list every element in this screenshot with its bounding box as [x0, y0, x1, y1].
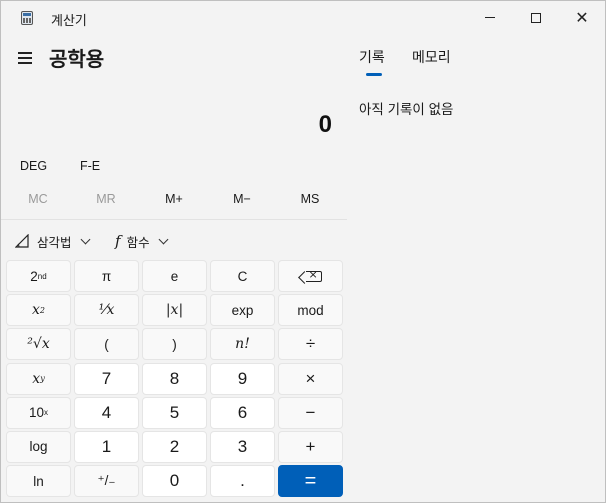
memory-add-button[interactable]: M+ [140, 183, 208, 215]
digit-3-button[interactable]: 3 [210, 430, 275, 463]
backspace-button[interactable] [278, 260, 343, 292]
close-button[interactable]: ✕ [559, 1, 605, 34]
digit-4-button[interactable]: 4 [74, 396, 139, 429]
add-button[interactable]: + [278, 430, 343, 463]
memory-recall-button[interactable]: MR [72, 183, 140, 215]
factorial-button[interactable]: n! [210, 328, 275, 361]
negate-button[interactable]: ⁺/₋ [74, 465, 139, 498]
power-button[interactable]: xy [6, 362, 71, 395]
function-dropdown[interactable]: f 함수 [115, 230, 169, 252]
triangle-ruler-icon [15, 234, 29, 248]
minimize-icon [485, 17, 495, 18]
pi-button[interactable]: π [74, 260, 139, 292]
mod-button[interactable]: mod [278, 294, 343, 327]
digit-1-button[interactable]: 1 [74, 430, 139, 463]
active-tab-indicator [366, 73, 382, 76]
close-icon: ✕ [575, 7, 589, 27]
digit-2-button[interactable]: 2 [142, 430, 207, 463]
mode-title: 공학용 [49, 49, 105, 71]
chevron-down-icon [158, 234, 169, 244]
equals-button[interactable]: = [278, 465, 343, 498]
memory-clear-button[interactable]: MC [4, 183, 72, 215]
square-root-button[interactable]: ²√x [6, 328, 71, 361]
square-button[interactable]: x2 [6, 294, 71, 327]
memory-subtract-button[interactable]: M− [208, 183, 276, 215]
title-bar[interactable]: 계산기 ✕ [1, 1, 605, 35]
chevron-down-icon [80, 234, 90, 244]
multiply-button[interactable]: × [278, 362, 343, 395]
calculator-window: 계산기 ✕ 공학용 0 DEG F-E MC MR M+ M− MS 삼각법 f… [0, 0, 606, 503]
second-function-button[interactable]: 2nd [6, 260, 71, 292]
right-paren-button[interactable]: ) [142, 328, 207, 361]
clear-button[interactable]: C [210, 260, 275, 292]
decimal-button[interactable]: . [210, 465, 275, 498]
trigonometry-label: 삼각법 [37, 235, 72, 250]
keypad: 2nd π e C x2 ¹⁄x |x| exp mod ²√x ( ) n! … [6, 260, 344, 498]
result-display: 0 [318, 111, 332, 138]
digit-5-button[interactable]: 5 [142, 396, 207, 429]
digit-8-button[interactable]: 8 [142, 362, 207, 395]
digit-6-button[interactable]: 6 [210, 396, 275, 429]
euler-button[interactable]: e [142, 260, 207, 292]
function-label: 함수 [126, 235, 150, 250]
divider [1, 219, 347, 220]
memory-row: MC MR M+ M− MS [4, 183, 344, 215]
maximize-button[interactable] [513, 1, 559, 34]
hamburger-menu-icon[interactable] [15, 48, 35, 68]
divide-button[interactable]: ÷ [278, 328, 343, 361]
digit-9-button[interactable]: 9 [210, 362, 275, 395]
left-paren-button[interactable]: ( [74, 328, 139, 361]
absolute-value-button[interactable]: |x| [142, 294, 207, 327]
notation-toggle[interactable]: F-E [80, 159, 100, 173]
calculator-app-icon [21, 11, 33, 25]
trigonometry-dropdown[interactable]: 삼각법 [15, 230, 90, 252]
subtract-button[interactable]: − [278, 396, 343, 429]
digit-7-button[interactable]: 7 [74, 362, 139, 395]
memory-store-button[interactable]: MS [276, 183, 344, 215]
maximize-icon [531, 12, 541, 23]
natural-log-button[interactable]: ln [6, 465, 71, 498]
ten-power-button[interactable]: 10 x [6, 396, 71, 429]
tab-history[interactable]: 기록 [359, 47, 385, 67]
window-title: 계산기 [51, 13, 87, 28]
backspace-icon [305, 268, 322, 282]
minimize-button[interactable] [467, 1, 513, 34]
function-f-icon: f [115, 232, 121, 250]
log-button[interactable]: log [6, 430, 71, 463]
exp-button[interactable]: exp [210, 294, 275, 327]
history-empty-message: 아직 기록이 없음 [359, 102, 454, 117]
digit-0-button[interactable]: 0 [142, 465, 207, 498]
angle-unit-toggle[interactable]: DEG [20, 159, 47, 173]
reciprocal-button[interactable]: ¹⁄x [74, 294, 139, 327]
tab-memory[interactable]: 메모리 [412, 47, 451, 67]
